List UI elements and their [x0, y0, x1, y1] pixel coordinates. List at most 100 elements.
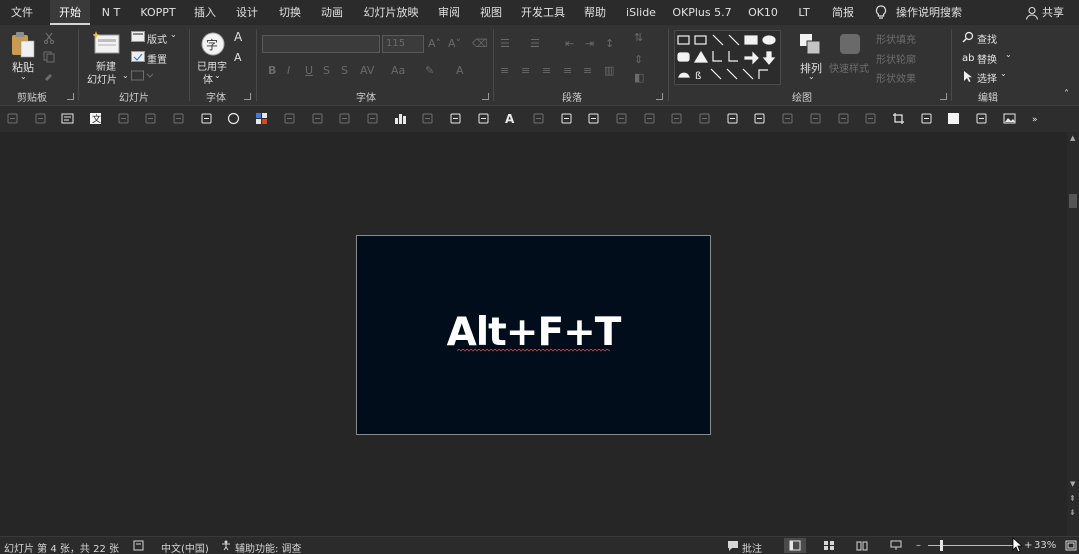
- next-slide-icon[interactable]: ⇟: [1069, 508, 1076, 517]
- gallery-scroll[interactable]: [780, 30, 790, 85]
- chevron-down-icon[interactable]: ⌄: [20, 72, 27, 81]
- zoom-level[interactable]: 33%: [1034, 540, 1056, 551]
- increase-indent-icon[interactable]: ⇥: [585, 37, 594, 50]
- slide-canvas[interactable]: Alt+F+T: [356, 235, 711, 435]
- tab-design[interactable]: 设计: [230, 0, 264, 25]
- align-left-icon[interactable]: ≡: [500, 64, 509, 77]
- chevron-down-icon[interactable]: ⌄: [122, 71, 129, 80]
- dialog-launcher-icon[interactable]: [482, 93, 489, 100]
- tab-transitions[interactable]: 切换: [273, 0, 307, 25]
- edit-shape-icon[interactable]: [338, 112, 351, 125]
- slideshow-icon[interactable]: [890, 540, 902, 551]
- underline-button[interactable]: U: [305, 64, 313, 77]
- shape-outline-button[interactable]: 形状轮廓: [876, 51, 916, 66]
- quick-styles-button[interactable]: 快速样式: [829, 60, 869, 75]
- tab-insert[interactable]: 插入: [188, 0, 222, 25]
- replace-button[interactable]: 替换: [977, 51, 997, 66]
- align-text-icon[interactable]: ⇕: [634, 53, 643, 66]
- align-right-icon[interactable]: ≡: [542, 64, 551, 77]
- tab-islide[interactable]: iSlide: [621, 0, 661, 25]
- slide-sorter-icon[interactable]: [823, 540, 835, 551]
- change-case-button[interactable]: Aa: [391, 64, 405, 77]
- comments-icon[interactable]: [727, 540, 739, 551]
- select-cursor-icon[interactable]: [962, 70, 974, 82]
- font-name-combobox[interactable]: [262, 35, 380, 53]
- shadow-icon[interactable]: [587, 112, 600, 125]
- highlight-icon[interactable]: ✎: [425, 64, 434, 77]
- tab-koppt[interactable]: KOPPT: [134, 0, 182, 25]
- tab-view[interactable]: 视图: [474, 0, 508, 25]
- share-button[interactable]: 共享: [1042, 0, 1064, 25]
- ungroup-icon[interactable]: [698, 112, 711, 125]
- collapse-ribbon-icon[interactable]: ˄: [1064, 89, 1069, 100]
- normal-view-button[interactable]: [784, 538, 806, 553]
- tab-slideshow[interactable]: 幻灯片放映: [358, 0, 424, 25]
- shape-effects-button[interactable]: 形状效果: [876, 70, 916, 85]
- prev-slide-icon[interactable]: ⇞: [1069, 494, 1076, 503]
- chevron-down-icon[interactable]: ⌄: [808, 72, 815, 81]
- tab-developer[interactable]: 开发工具: [516, 0, 570, 25]
- dialog-launcher-icon[interactable]: [67, 93, 74, 100]
- chevron-down-icon[interactable]: ⌄: [170, 30, 177, 39]
- cut-icon[interactable]: [43, 32, 55, 44]
- font-grow-icon[interactable]: A: [234, 30, 242, 44]
- columns-icon[interactable]: ▥: [604, 64, 614, 77]
- tab-home[interactable]: 开始: [50, 0, 90, 25]
- notes-icon[interactable]: [133, 540, 145, 551]
- used-fonts-label-2[interactable]: 体: [203, 71, 213, 86]
- line-spacing-icon[interactable]: ↕: [605, 37, 614, 50]
- group-icon[interactable]: [670, 112, 683, 125]
- table-icon[interactable]: [477, 112, 490, 125]
- color-fill-icon[interactable]: [255, 112, 268, 125]
- language-indicator[interactable]: 中文(中国): [161, 540, 209, 554]
- scroll-down-icon[interactable]: ▼: [1070, 480, 1075, 488]
- comments-button[interactable]: 批注: [742, 540, 762, 554]
- shadow-icon[interactable]: S: [341, 64, 348, 77]
- zoom-slider-thumb[interactable]: [940, 540, 943, 551]
- select-button[interactable]: 选择: [977, 70, 997, 85]
- layout-icon[interactable]: [131, 31, 145, 42]
- quick-styles-icon[interactable]: [838, 32, 862, 56]
- dialog-launcher-icon[interactable]: [656, 93, 663, 100]
- bring-front-icon[interactable]: [726, 112, 739, 125]
- circle-icon[interactable]: [227, 112, 240, 125]
- shape-fill-button[interactable]: 形状填充: [876, 31, 916, 46]
- paint-icon[interactable]: [560, 112, 573, 125]
- redo-icon[interactable]: [34, 112, 47, 125]
- reflect-icon[interactable]: [615, 112, 628, 125]
- font-color-button[interactable]: A: [456, 64, 464, 77]
- pan-icon[interactable]: [283, 112, 296, 125]
- hashtag-icon[interactable]: [172, 112, 185, 125]
- wordart-icon[interactable]: 文: [89, 112, 102, 125]
- rotate-icon[interactable]: [837, 112, 850, 125]
- slide-editor[interactable]: Alt+F+T: [0, 132, 1067, 536]
- layout-button[interactable]: 版式: [147, 31, 167, 46]
- tell-me-search[interactable]: 操作说明搜索: [896, 0, 962, 25]
- distribute-icon[interactable]: ≡: [583, 64, 592, 77]
- eyedropper-icon[interactable]: [311, 112, 324, 125]
- brush-icon[interactable]: [366, 112, 379, 125]
- shapes-gallery[interactable]: ß: [674, 30, 790, 85]
- tab-animations[interactable]: 动画: [315, 0, 349, 25]
- chevron-down-icon[interactable]: ⌄: [1005, 50, 1012, 59]
- new-slide-icon[interactable]: [93, 31, 121, 55]
- find-button[interactable]: 查找: [977, 31, 997, 46]
- tab-ok10[interactable]: OK10: [744, 0, 782, 25]
- italic-button[interactable]: I: [287, 64, 290, 77]
- send-back-icon[interactable]: [753, 112, 766, 125]
- text-direction-icon[interactable]: ⇅: [634, 31, 643, 44]
- strikethrough-button[interactable]: S: [323, 64, 330, 77]
- align-icon[interactable]: [781, 112, 794, 125]
- fit-to-window-icon[interactable]: [1065, 540, 1077, 551]
- tab-help[interactable]: 帮助: [578, 0, 612, 25]
- paste-icon[interactable]: [10, 31, 36, 59]
- dialog-launcher-icon[interactable]: [244, 93, 251, 100]
- tab-brief[interactable]: 简报: [826, 0, 860, 25]
- clear-format-icon[interactable]: ⌫: [472, 37, 488, 50]
- chevron-down-icon[interactable]: ⌄: [1000, 69, 1007, 78]
- reset-icon[interactable]: [131, 51, 145, 62]
- tab-lt[interactable]: LT: [792, 0, 816, 25]
- copy-icon[interactable]: [43, 51, 55, 63]
- accessibility-status[interactable]: 辅助功能: 调查: [235, 540, 302, 554]
- section-icon[interactable]: [131, 70, 153, 81]
